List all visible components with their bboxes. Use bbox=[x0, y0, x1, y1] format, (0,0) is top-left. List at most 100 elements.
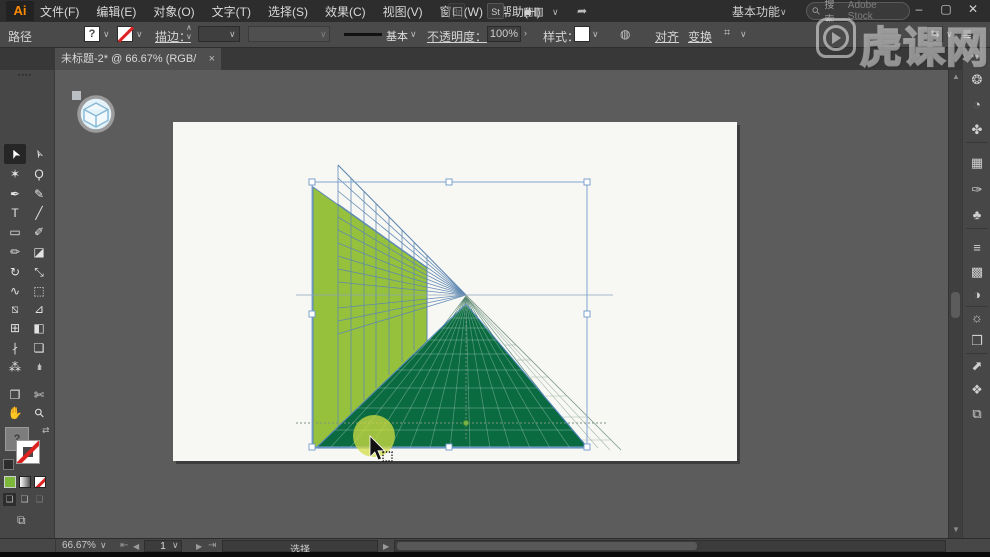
transparency-panel-icon[interactable]: ◑ bbox=[963, 287, 990, 302]
zoom-level[interactable]: 66.67% bbox=[62, 540, 96, 551]
fill-color-swatch[interactable]: ? bbox=[84, 26, 100, 42]
brush-chevron-icon[interactable]: ∨ bbox=[410, 29, 417, 40]
stroke-weight-chevron-icon[interactable]: ∨ bbox=[229, 29, 236, 40]
selection-tool[interactable]: ➤ bbox=[4, 144, 26, 164]
width-tool[interactable]: ∿ bbox=[4, 281, 26, 301]
first-artboard-icon[interactable]: ⇤ bbox=[120, 540, 128, 551]
opacity-input[interactable]: 100% bbox=[487, 26, 521, 42]
rotate-tool[interactable]: ↻ bbox=[4, 262, 26, 282]
menu-file[interactable]: 文件(F) bbox=[40, 3, 79, 20]
screen-mode-button[interactable]: ⧉ bbox=[17, 513, 26, 528]
fill-chevron-icon[interactable]: ∨ bbox=[103, 29, 110, 40]
export-panel-icon[interactable]: ⬈ bbox=[963, 358, 990, 374]
lasso-tool[interactable]: Ϙ bbox=[28, 164, 50, 184]
perspective-plane-widget[interactable] bbox=[72, 91, 113, 131]
pencil-tool[interactable]: ✏ bbox=[4, 242, 26, 262]
stroke-chevron-icon[interactable]: ∨ bbox=[136, 29, 143, 40]
vertical-scroll-thumb[interactable] bbox=[951, 292, 960, 318]
opacity-arrow-icon[interactable]: › bbox=[524, 28, 527, 38]
symbol-sprayer-tool[interactable]: ⁂ bbox=[4, 357, 26, 377]
eraser-tool[interactable]: ◪ bbox=[28, 242, 50, 262]
symbols-panel-icon[interactable]: ♣ bbox=[963, 207, 990, 222]
appearance-panel-icon[interactable]: ☼ bbox=[963, 310, 990, 325]
document-tab[interactable]: 未标题-2* @ 66.67% (RGB/预览) × bbox=[55, 48, 221, 70]
color-button[interactable] bbox=[4, 476, 16, 488]
width-profile-dropdown[interactable] bbox=[248, 26, 330, 42]
direct-selection-tool[interactable]: ➣ bbox=[28, 144, 50, 164]
layers-panel-icon[interactable]: ❖ bbox=[963, 382, 990, 398]
bridge-icon[interactable]: Br bbox=[448, 3, 465, 19]
gradient-button[interactable] bbox=[19, 476, 31, 488]
brush-definition-dropdown[interactable]: 基本 bbox=[386, 28, 408, 44]
style-swatch[interactable] bbox=[574, 26, 590, 42]
stroke-stepper[interactable]: ∧∨ bbox=[186, 23, 192, 41]
artboards-panel-icon[interactable]: ⧉ bbox=[963, 406, 990, 422]
menu-select[interactable]: 选择(S) bbox=[268, 3, 308, 20]
menu-edit[interactable]: 编辑(E) bbox=[96, 3, 136, 20]
gradient-tool[interactable]: ◧ bbox=[28, 318, 50, 338]
zoom-tool[interactable]: ⚲ bbox=[28, 403, 50, 423]
shape-options-icon[interactable]: ⌗ bbox=[724, 27, 730, 40]
tab-close-icon[interactable]: × bbox=[209, 48, 215, 70]
status-menu-arrow-icon[interactable]: ▶ bbox=[383, 542, 389, 551]
stroke-indicator[interactable] bbox=[16, 440, 40, 464]
perspective-grid-tool[interactable]: ⊿ bbox=[28, 299, 50, 319]
draw-normal-mode-button[interactable]: ❏ bbox=[3, 493, 16, 506]
hand-tool[interactable]: ✋ bbox=[4, 403, 26, 423]
next-artboard-icon[interactable]: ▶ bbox=[196, 542, 202, 551]
shape-builder-tool[interactable]: ⧅ bbox=[4, 299, 26, 319]
eyedropper-tool[interactable]: ∤ bbox=[4, 338, 26, 358]
horizontal-scroll-thumb[interactable] bbox=[397, 542, 697, 550]
app-logo[interactable]: Ai bbox=[6, 1, 34, 21]
shape-options-chevron-icon[interactable]: ∨ bbox=[740, 29, 747, 40]
stroke-panel-icon[interactable]: ≡ bbox=[963, 240, 990, 255]
arrange-documents-chevron-icon[interactable]: ∨ bbox=[552, 7, 559, 18]
ground-origin-dot[interactable] bbox=[463, 420, 468, 425]
stock-icon[interactable]: St bbox=[487, 3, 504, 19]
scale-tool[interactable]: ⤡ bbox=[28, 262, 50, 282]
swap-fill-stroke-icon[interactable]: ⇄ bbox=[42, 425, 50, 436]
prev-artboard-icon[interactable]: ◀ bbox=[133, 542, 139, 551]
workspace-chevron-icon[interactable]: ∨ bbox=[780, 7, 787, 18]
gradient-panel-icon[interactable]: ▩ bbox=[963, 264, 990, 280]
arrange-documents-icon[interactable]: ▣▥ bbox=[523, 5, 544, 18]
artboard-tool[interactable]: ❐ bbox=[4, 385, 26, 405]
blend-tool[interactable]: ❏ bbox=[28, 338, 50, 358]
last-artboard-icon[interactable]: ⇥ bbox=[208, 540, 216, 551]
none-button[interactable] bbox=[34, 476, 46, 488]
vertical-scrollbar[interactable]: ▲ ▼ bbox=[948, 70, 962, 538]
draw-inside-mode-button[interactable]: ❏ bbox=[33, 493, 46, 506]
scroll-up-icon[interactable]: ▲ bbox=[951, 72, 961, 81]
scroll-down-icon[interactable]: ▼ bbox=[951, 525, 961, 534]
style-chevron-icon[interactable]: ∨ bbox=[592, 29, 599, 40]
color-panel-icon[interactable]: ❂ bbox=[963, 72, 990, 88]
select-similar-chevron-icon[interactable]: ∨ bbox=[946, 29, 953, 40]
magic-wand-tool[interactable]: ✶ bbox=[4, 164, 26, 184]
align-label[interactable]: 对齐 bbox=[655, 28, 679, 45]
document-setup-icon[interactable]: ◍ bbox=[620, 27, 630, 41]
free-transform-tool[interactable]: ⬚ bbox=[28, 281, 50, 301]
workspace-switcher[interactable]: 基本功能 bbox=[732, 3, 780, 20]
brushes-panel-icon[interactable]: ✑ bbox=[963, 182, 990, 198]
swatches-panel-icon[interactable]: ▦ bbox=[963, 155, 990, 171]
horizontal-scrollbar[interactable] bbox=[394, 540, 946, 552]
menu-view[interactable]: 视图(V) bbox=[383, 3, 423, 20]
share-icon[interactable]: ➦ bbox=[577, 4, 587, 18]
color-guide-panel-icon[interactable]: ◔ bbox=[963, 97, 990, 112]
close-button[interactable]: ✕ bbox=[964, 2, 982, 16]
maximize-button[interactable]: ▢ bbox=[937, 2, 955, 16]
search-input[interactable]: ⚲ 搜索 Adobe Stock bbox=[806, 2, 910, 20]
default-fill-stroke-icon[interactable] bbox=[3, 459, 14, 470]
type-tool[interactable]: T bbox=[4, 203, 26, 223]
color-themes-panel-icon[interactable]: ✤ bbox=[963, 122, 990, 138]
draw-behind-mode-button[interactable]: ❏ bbox=[18, 493, 31, 506]
artboard-chevron-icon[interactable]: ∨ bbox=[172, 540, 179, 551]
paintbrush-tool[interactable]: ✐ bbox=[28, 222, 50, 242]
zoom-chevron-icon[interactable]: ∨ bbox=[100, 540, 107, 551]
menu-effect[interactable]: 效果(C) bbox=[325, 3, 366, 20]
slice-tool[interactable]: ✄ bbox=[28, 385, 50, 405]
menu-object[interactable]: 对象(O) bbox=[153, 3, 194, 20]
line-segment-tool[interactable]: ╱ bbox=[28, 203, 50, 223]
transform-label[interactable]: 变换 bbox=[688, 28, 712, 45]
dock-collapse-icon[interactable]: ▪▪ bbox=[971, 51, 979, 61]
